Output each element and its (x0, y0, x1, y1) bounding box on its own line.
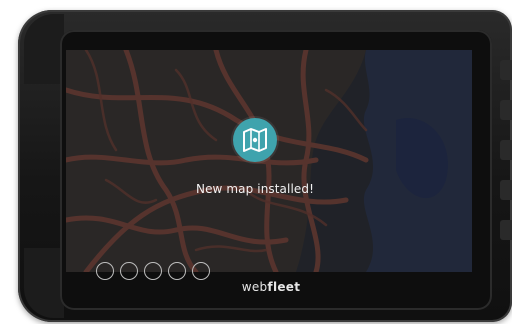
brand-prefix: web (241, 280, 268, 294)
brand-logo: webfleet (226, 280, 316, 294)
page-dot[interactable] (144, 262, 162, 280)
side-button[interactable] (500, 100, 512, 120)
side-button[interactable] (500, 220, 512, 240)
page-dot[interactable] (192, 262, 210, 280)
page-dot[interactable] (168, 262, 186, 280)
side-button[interactable] (500, 60, 512, 80)
side-button[interactable] (500, 180, 512, 200)
notification-message: New map installed! (196, 182, 314, 196)
side-hardware-buttons (500, 60, 512, 260)
corner-bumper (24, 14, 64, 84)
corner-bumper (24, 248, 64, 318)
folded-map-icon (243, 128, 267, 152)
page-dot[interactable] (96, 262, 114, 280)
side-button[interactable] (500, 140, 512, 160)
page-dot[interactable] (120, 262, 138, 280)
map-installed-badge (233, 118, 277, 162)
brand-suffix: fleet (267, 280, 301, 294)
